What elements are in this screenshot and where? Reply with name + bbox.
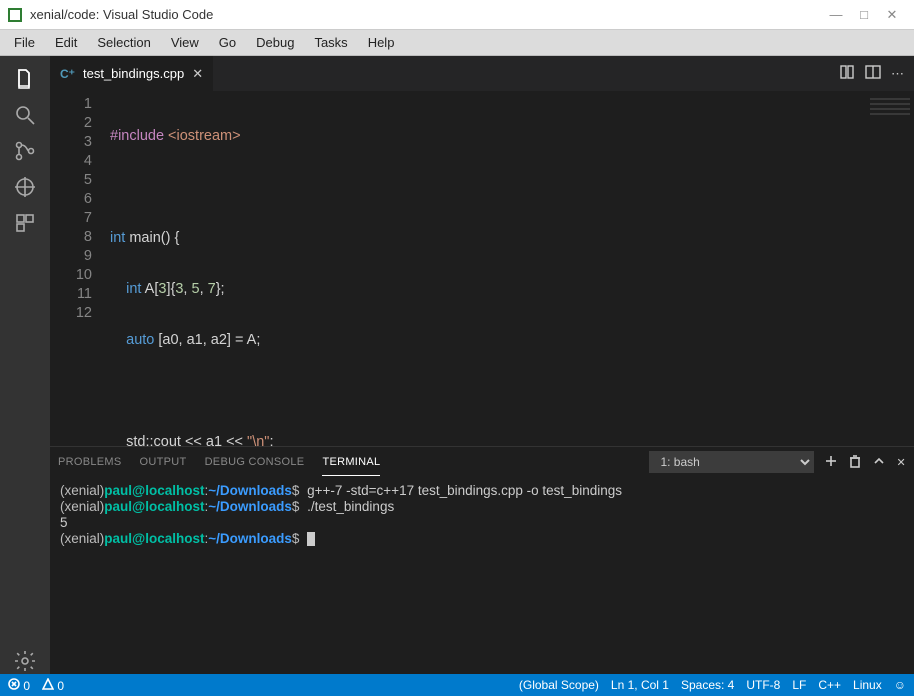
compare-icon[interactable] (839, 64, 855, 83)
more-actions-icon[interactable]: ⋯ (891, 66, 904, 82)
menu-edit[interactable]: Edit (47, 33, 85, 52)
cpp-file-icon: C⁺ (60, 67, 75, 81)
close-tab-icon[interactable]: ✕ (192, 66, 203, 82)
status-bar: 0 0 (Global Scope) Ln 1, Col 1 Spaces: 4… (0, 674, 914, 696)
status-os[interactable]: Linux (853, 678, 882, 692)
tab-test-bindings[interactable]: C⁺ test_bindings.cpp ✕ (50, 56, 213, 91)
maximize-panel-icon[interactable] (872, 454, 886, 471)
extensions-icon[interactable] (12, 210, 38, 236)
status-encoding[interactable]: UTF-8 (746, 678, 780, 692)
close-window-button[interactable]: ✕ (878, 7, 906, 23)
status-line-col[interactable]: Ln 1, Col 1 (611, 678, 669, 692)
line-gutter: 123456 789101112 (50, 91, 110, 323)
terminal-shell-select[interactable]: 1: bash (649, 451, 814, 473)
status-spaces[interactable]: Spaces: 4 (681, 678, 734, 692)
code-content[interactable]: #include <iostream> int main() { int A[3… (110, 91, 914, 446)
status-warnings[interactable]: 0 (42, 678, 64, 693)
panel-tab-terminal[interactable]: TERMINAL (322, 449, 380, 476)
panel-tab-problems[interactable]: PROBLEMS (58, 449, 122, 475)
terminal-view[interactable]: (xenial)paul@localhost:~/Downloads$ g++-… (50, 477, 914, 674)
menu-help[interactable]: Help (360, 33, 403, 52)
close-panel-icon[interactable]: ✕ (896, 456, 906, 469)
status-lang[interactable]: C++ (818, 678, 841, 692)
bottom-panel: PROBLEMS OUTPUT DEBUG CONSOLE TERMINAL 1… (50, 446, 914, 674)
maximize-button[interactable]: □ (850, 7, 878, 22)
os-titlebar: xenial/code: Visual Studio Code — □ ✕ (0, 0, 914, 30)
menu-debug[interactable]: Debug (248, 33, 302, 52)
menu-file[interactable]: File (6, 33, 43, 52)
activity-bar (0, 56, 50, 674)
kill-terminal-icon[interactable] (848, 454, 862, 471)
menu-selection[interactable]: Selection (89, 33, 158, 52)
new-terminal-icon[interactable] (824, 454, 838, 471)
panel-tab-debug-console[interactable]: DEBUG CONSOLE (205, 449, 305, 475)
status-eol[interactable]: LF (792, 678, 806, 692)
search-icon[interactable] (12, 102, 38, 128)
panel-tabs: PROBLEMS OUTPUT DEBUG CONSOLE TERMINAL 1… (50, 447, 914, 477)
menu-view[interactable]: View (163, 33, 207, 52)
explorer-icon[interactable] (12, 66, 38, 92)
tab-filename: test_bindings.cpp (83, 66, 184, 81)
window-title: xenial/code: Visual Studio Code (30, 7, 822, 22)
source-control-icon[interactable] (12, 138, 38, 164)
menu-go[interactable]: Go (211, 33, 244, 52)
settings-gear-icon[interactable] (12, 648, 38, 674)
status-errors[interactable]: 0 (8, 678, 30, 693)
editor-actions: ⋯ (839, 56, 914, 91)
app-icon (8, 8, 22, 22)
editor-tabbar: C⁺ test_bindings.cpp ✕ ⋯ (50, 56, 914, 91)
menubar: File Edit Selection View Go Debug Tasks … (0, 30, 914, 56)
status-feedback-icon[interactable]: ☺ (894, 678, 906, 692)
split-editor-icon[interactable] (865, 64, 881, 83)
code-editor[interactable]: 123456 789101112 #include <iostream> int… (50, 91, 914, 446)
status-scope[interactable]: (Global Scope) (519, 678, 599, 692)
minimize-button[interactable]: — (822, 7, 850, 22)
menu-tasks[interactable]: Tasks (306, 33, 355, 52)
debug-icon[interactable] (12, 174, 38, 200)
panel-tab-output[interactable]: OUTPUT (140, 449, 187, 475)
